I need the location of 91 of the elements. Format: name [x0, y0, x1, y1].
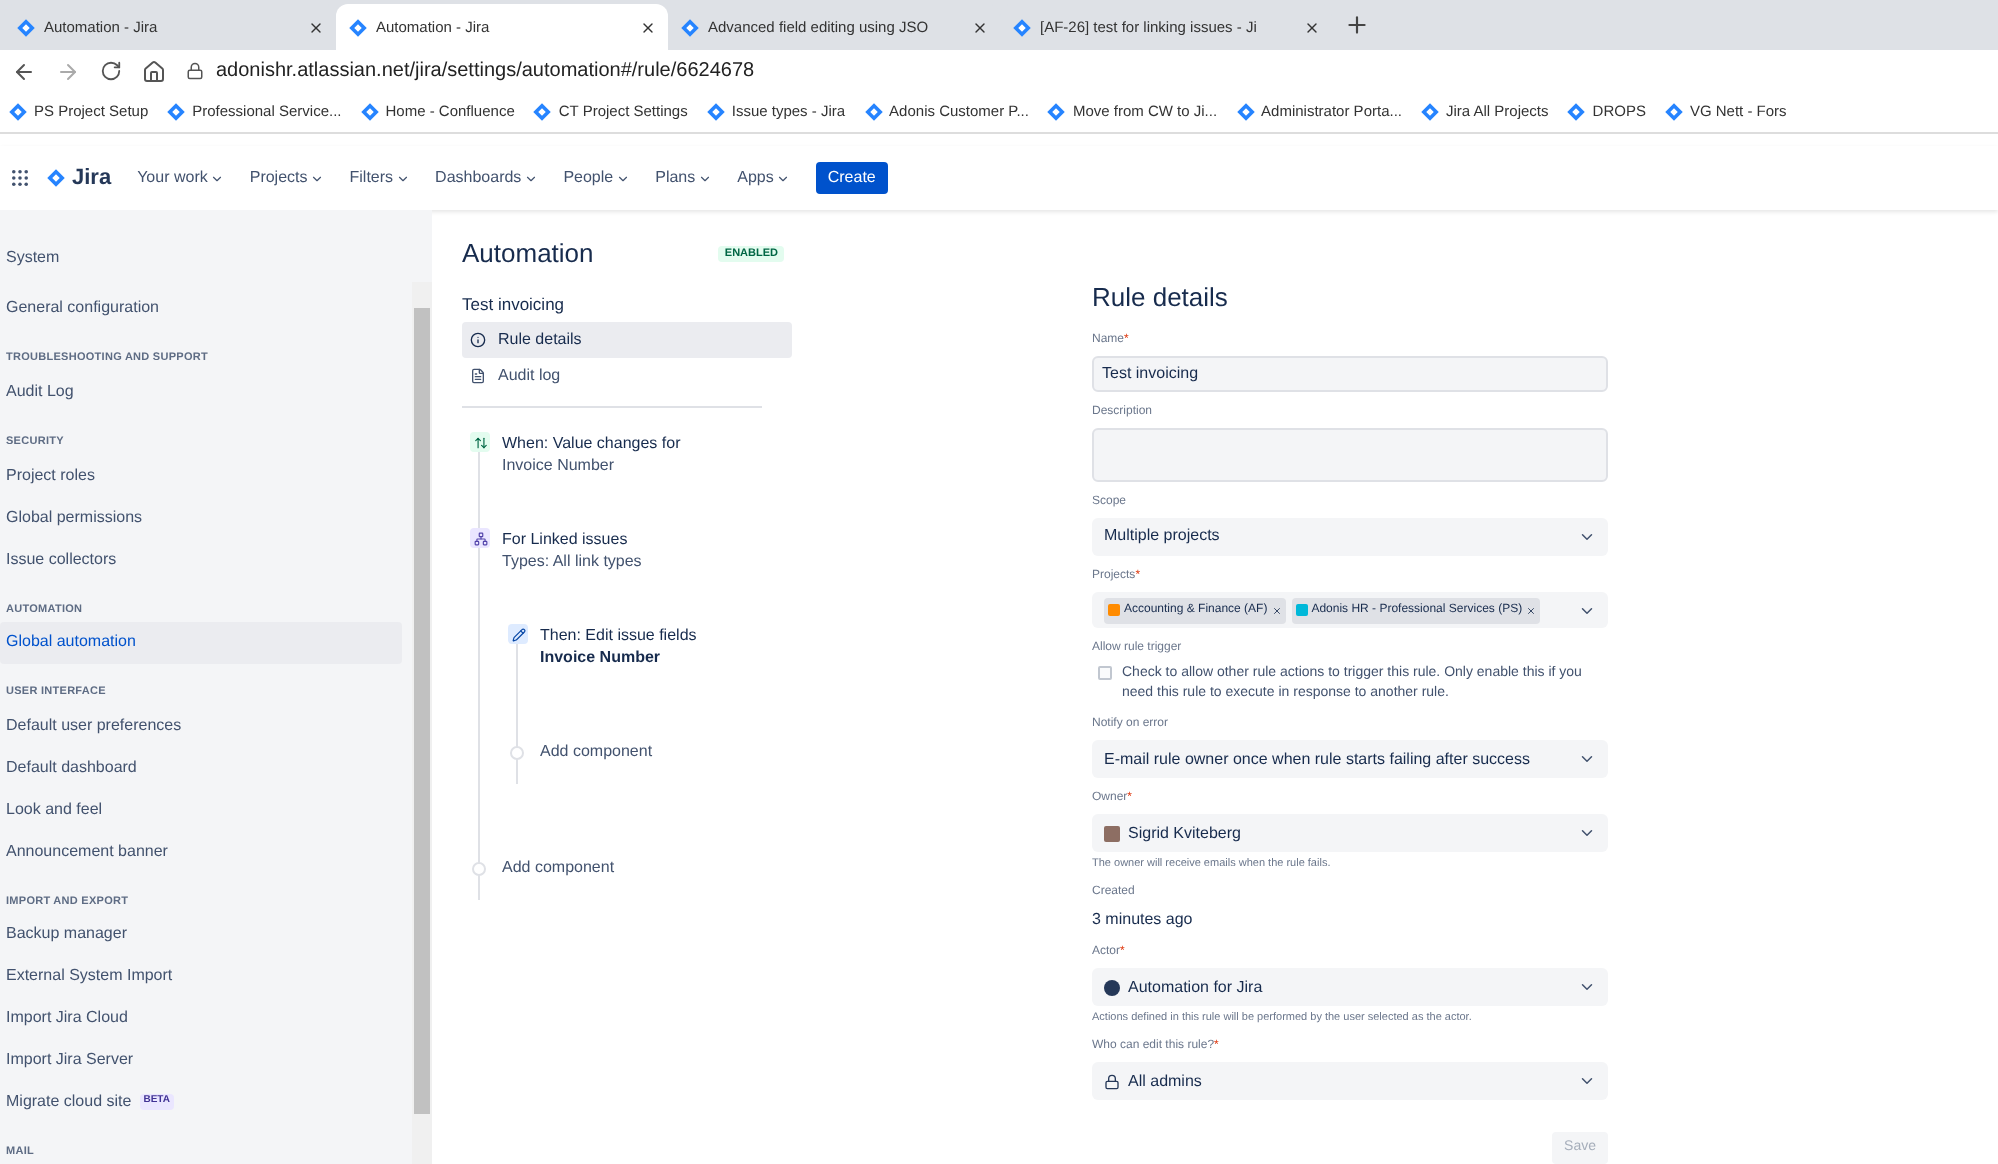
close-icon[interactable] — [1304, 19, 1320, 35]
product-name[interactable]: Jira — [72, 161, 112, 195]
pencil-icon — [508, 624, 528, 645]
caret-icon — [209, 171, 224, 185]
bookmark-logo-icon — [1663, 102, 1684, 122]
sidebar-item[interactable]: Audit Log — [0, 371, 402, 413]
step-title[interactable]: For Linked issues — [502, 528, 642, 551]
avatar-icon — [1104, 825, 1120, 842]
avatar-icon — [1104, 979, 1120, 996]
nav-menu[interactable]: Filters — [349, 166, 410, 190]
sidebar-item[interactable]: Default dashboard — [0, 746, 402, 789]
sidebar-item[interactable]: External System Import — [0, 955, 402, 998]
caret-icon — [775, 171, 790, 185]
close-icon[interactable] — [972, 19, 988, 35]
caret-icon — [523, 171, 538, 185]
document-icon — [470, 368, 486, 385]
nav-menu[interactable]: Plans — [655, 166, 712, 190]
sidebar-item[interactable]: Backup manager — [0, 913, 402, 956]
bookmark-logo-icon — [8, 102, 28, 122]
bookmark-logo-icon — [166, 102, 187, 122]
add-node-icon[interactable] — [472, 861, 486, 876]
app-grid-icon[interactable] — [12, 170, 28, 186]
add-component-link[interactable]: Add component — [540, 740, 653, 765]
step-title[interactable]: When: Value changes for — [502, 432, 681, 455]
sidebar-item[interactable]: Project roles — [0, 454, 402, 497]
caret-icon — [395, 171, 410, 185]
back-icon[interactable] — [12, 59, 36, 83]
select-field[interactable]: Sigrid Kviteberg — [1092, 814, 1608, 852]
bookmark-logo-icon — [1566, 102, 1587, 122]
lock-icon — [186, 62, 204, 80]
select-field[interactable]: All admins — [1092, 1062, 1608, 1101]
checkbox[interactable] — [1098, 666, 1112, 681]
caret-icon — [615, 171, 630, 185]
step-detail: Invoice Number — [502, 454, 617, 477]
sidebar-item[interactable]: Global permissions — [0, 496, 402, 539]
scrollbar-drawing[interactable] — [412, 282, 432, 1164]
sidebar-item[interactable]: Announcement banner — [0, 830, 402, 873]
sidebar-item[interactable]: Default user preferences — [0, 705, 402, 747]
nav-menu[interactable]: Projects — [249, 166, 324, 190]
lock-icon — [1104, 1073, 1120, 1090]
details-title: Rule details — [1092, 280, 1230, 316]
create-button[interactable]: Create — [815, 162, 888, 194]
sidebar-item[interactable]: General configuration — [0, 287, 402, 330]
bookmark-logo-icon — [705, 102, 726, 122]
select-field[interactable]: Automation for Jira — [1092, 968, 1608, 1006]
nav-menu[interactable]: People — [563, 166, 630, 190]
nav-menu[interactable]: Your work — [137, 166, 224, 190]
select-field[interactable]: Multiple projects — [1092, 517, 1608, 556]
description-input[interactable] — [1092, 428, 1608, 482]
close-icon[interactable] — [640, 19, 656, 35]
nav-menu[interactable]: Dashboards — [435, 166, 538, 190]
sidebar-item[interactable]: Import Jira Server — [0, 1038, 402, 1081]
new-tab-icon[interactable] — [1344, 12, 1370, 38]
project-avatar-icon — [1108, 604, 1120, 616]
bookmark-logo-icon — [1420, 102, 1440, 122]
page-title: Automation — [462, 236, 594, 272]
tab-logo-icon — [680, 17, 700, 37]
sidebar-item[interactable]: Issue collectors — [0, 538, 402, 580]
rule-nav-item[interactable]: Rule details — [462, 322, 792, 359]
tab-logo-icon — [1012, 17, 1032, 37]
tab-logo-icon — [16, 17, 36, 37]
home-icon[interactable] — [142, 59, 166, 83]
sidebar-item[interactable]: Global automation — [0, 621, 402, 664]
info-icon — [470, 332, 486, 349]
nav-menu[interactable]: Apps — [737, 166, 790, 190]
jira-logo-icon — [46, 168, 66, 188]
step-detail: Types: All link types — [502, 550, 642, 573]
sidebar-item[interactable]: Look and feel — [0, 788, 402, 831]
created-value: 3 minutes ago — [1092, 908, 1195, 933]
sidebar-item[interactable]: Import Jira Cloud — [0, 997, 402, 1039]
rule-nav-item[interactable]: Audit log — [462, 358, 792, 395]
reload-icon[interactable] — [100, 60, 122, 82]
project-avatar-icon — [1295, 604, 1308, 616]
step-detail: Invoice Number — [540, 646, 663, 669]
caret-icon — [309, 171, 324, 185]
bookmark-logo-icon — [359, 102, 380, 122]
bookmark-logo-icon — [532, 102, 553, 122]
tab-logo-icon — [348, 17, 368, 37]
branch-icon — [470, 528, 490, 549]
caret-icon — [697, 171, 712, 185]
select-field[interactable]: E-mail rule owner once when rule starts failing after success — [1092, 740, 1608, 779]
bookmark-logo-icon — [1235, 102, 1256, 122]
sidebar-item[interactable]: System — [0, 238, 402, 280]
name-input[interactable]: Test invoicing — [1092, 355, 1608, 393]
bookmark-logo-icon — [1046, 102, 1067, 122]
add-node-icon[interactable] — [510, 745, 524, 760]
step-title[interactable]: Then: Edit issue fields — [540, 624, 697, 647]
bookmark-logo-icon — [863, 102, 884, 122]
add-component-link[interactable]: Add component — [502, 856, 615, 881]
close-icon[interactable] — [308, 19, 324, 35]
rule-name: Test invoicing — [462, 291, 567, 317]
